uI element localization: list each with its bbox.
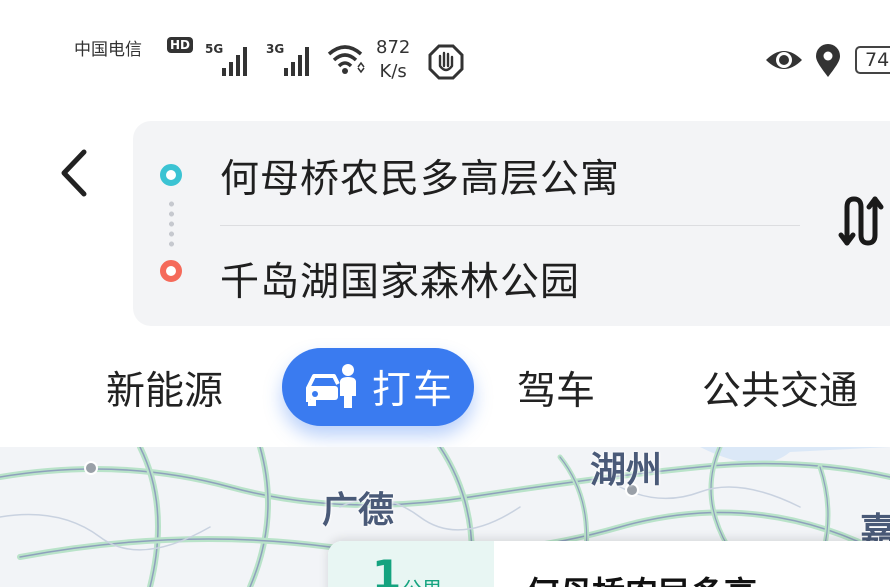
origin-dot-icon: [160, 164, 182, 186]
tab-public-transit[interactable]: 公共交通: [702, 360, 858, 416]
signal-icon: [284, 47, 309, 76]
route-result-title: 何母桥农民多高: [526, 567, 757, 587]
map-view[interactable]: 湖州 广德 嘉 1 公里 何母桥农民多高: [0, 447, 890, 587]
tab-drive[interactable]: 驾车: [517, 360, 595, 416]
back-button[interactable]: [50, 148, 96, 198]
map-label-guangde: 广德: [322, 490, 395, 531]
destination-input[interactable]: 千岛湖国家森林公园: [220, 251, 580, 307]
network-speed: 872 K/s: [376, 36, 410, 84]
tab-taxi[interactable]: 打车: [282, 348, 474, 426]
route-divider: [220, 225, 800, 226]
back-arrow-icon: [61, 149, 87, 197]
eye-icon: [766, 51, 802, 69]
speed-unit: K/s: [379, 61, 407, 82]
tab-new-energy[interactable]: 新能源: [106, 360, 223, 416]
hand-icon: [428, 44, 464, 80]
battery-indicator: 74: [855, 46, 890, 74]
taxi-person-icon: [306, 364, 356, 408]
carrier-label: 中国电信: [74, 40, 142, 60]
wifi-icon: [327, 45, 365, 74]
tab-taxi-label: 打车: [372, 368, 455, 413]
signal-icon: [222, 47, 247, 76]
location-pin-icon: [816, 44, 840, 77]
route-summary-badge: 1 公里: [328, 541, 494, 587]
speed-value: 872: [376, 37, 411, 58]
swap-button[interactable]: [833, 193, 889, 249]
hd-badge: HD: [167, 37, 194, 53]
route-connector: [169, 199, 174, 251]
swap-icon: [838, 196, 884, 246]
destination-dot-icon: [160, 260, 182, 282]
status-bar: 中国电信 HD 5G 3G 872 K/s 74: [0, 0, 890, 100]
route-result-card[interactable]: 1 公里 何母桥农民多高: [328, 541, 890, 587]
battery-level: 74: [865, 49, 890, 71]
route-unit: 公里: [402, 573, 442, 587]
route-number: 1: [372, 551, 402, 587]
map-label-huzhou: 湖州: [590, 450, 663, 491]
route-card: 何母桥农民多高层公寓 千岛湖国家森林公园: [133, 121, 890, 326]
origin-input[interactable]: 何母桥农民多高层公寓: [220, 148, 620, 204]
travel-mode-tabs: 新能源 打车 驾车 公共交通: [0, 340, 890, 440]
